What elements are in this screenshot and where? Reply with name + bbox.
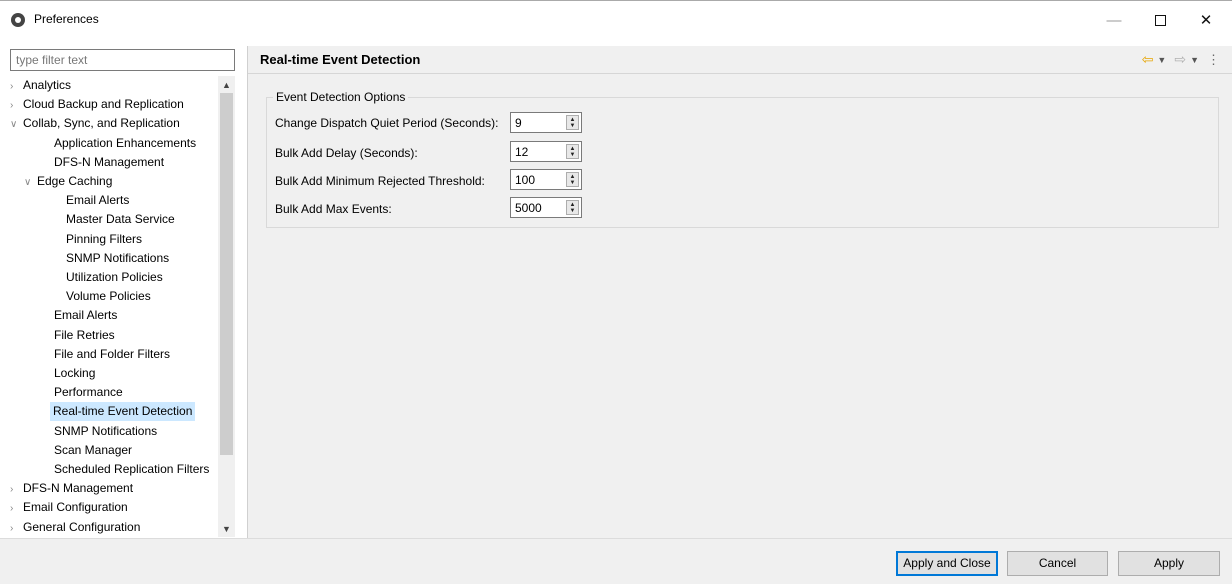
tree-item-label: Performance [54,385,123,400]
close-button[interactable]: ✕ [1183,1,1229,39]
cancel-button[interactable]: Cancel [1007,551,1108,576]
tree-item-label: Scheduled Replication Filters [54,462,210,476]
tree-item-label: Utilization Policies [66,270,163,284]
back-dropdown-icon[interactable]: ▼ [1157,55,1166,65]
tree-item-label: File and Folder Filters [54,346,171,361]
preference-page: Real-time Event Detection ⇦ ▼ ⇨ ▼ ⋮ Even… [248,46,1232,538]
collapse-chevron-icon[interactable]: › [10,77,23,96]
field-label: Bulk Add Minimum Rejected Threshold: [275,174,485,188]
spinner-arrows-icon[interactable]: ▲ ▼ [566,200,579,215]
spinner-value[interactable]: 9 [515,116,522,130]
expand-chevron-icon[interactable]: ∨ [10,115,23,134]
maximize-icon [1154,14,1166,26]
spinner-arrows-icon[interactable]: ▲ ▼ [566,115,579,130]
tree-item[interactable]: Email Alerts [66,191,129,210]
spinner-arrows-icon[interactable]: ▲ ▼ [566,144,579,159]
preferences-navigation: ›Analytics›Cloud Backup and Replication∨… [0,46,247,538]
tree-item-label: Email Alerts [66,193,130,208]
tree-item[interactable]: DFS-N Management [54,153,164,172]
title-bar: Preferences — ✕ [0,0,1232,38]
scroll-thumb[interactable] [220,93,233,455]
tree-item-label: Application Enhancements [54,135,197,150]
tree-item-label: Volume Policies [66,289,151,304]
apply-and-close-button[interactable]: Apply and Close [896,551,998,576]
bulk-add-max-events-spinner[interactable]: 5000 ▲ ▼ [510,197,582,218]
tree-item-label: Locking [54,366,96,380]
filter-input[interactable] [10,49,235,71]
tree-item[interactable]: Real-time Event Detection [50,402,196,422]
tree-item[interactable]: File Retries [54,326,115,345]
tree-item[interactable]: Utilization Policies [66,268,163,287]
collapse-chevron-icon[interactable]: › [10,96,23,115]
tree-item-label: Master Data Service [66,212,175,227]
bulk-add-minimum-rejected-threshold-spinner[interactable]: 100 ▲ ▼ [510,169,582,190]
tree-item[interactable]: Email Alerts [54,306,117,325]
tree-item[interactable]: Scheduled Replication Filters [54,460,209,479]
tree-item-label: Edge Caching [37,174,113,188]
tree-item-label: SNMP Notifications [54,423,158,438]
tree-item-label: DFS-N Management [23,481,134,496]
tree-item[interactable]: File and Folder Filters [54,345,170,364]
change-dispatch-quiet-period-spinner[interactable]: 9 ▲ ▼ [510,112,582,133]
tree-item-label: Email Alerts [54,308,118,323]
spinner-value[interactable]: 5000 [515,201,542,215]
tree-item[interactable]: Pinning Filters [66,230,142,249]
tree-item[interactable]: Locking [54,364,95,383]
spinner-value[interactable]: 100 [515,173,535,187]
tree-item-label: DFS-N Management [54,154,165,169]
tree-item[interactable]: › Email Configuration [10,498,128,517]
tree-scrollbar[interactable]: ▲ ▼ [218,76,235,537]
view-menu-icon[interactable]: ⋮ [1207,52,1220,68]
tree-item[interactable]: › Cloud Backup and Replication [10,95,184,114]
tree-item-label: General Configuration [23,519,141,534]
tree-item[interactable]: Volume Policies [66,287,151,306]
spinner-value[interactable]: 12 [515,145,528,159]
maximize-button[interactable] [1137,1,1183,39]
group-title: Event Detection Options [273,90,409,104]
collapse-chevron-icon[interactable]: › [10,480,23,499]
scroll-up-icon[interactable]: ▲ [218,76,235,93]
collapse-chevron-icon[interactable]: › [10,499,23,518]
page-header: Real-time Event Detection ⇦ ▼ ⇨ ▼ ⋮ [248,46,1232,74]
scroll-down-icon[interactable]: ▼ [218,520,235,537]
tree-item-label: Cloud Backup and Replication [23,97,184,112]
forward-dropdown-icon[interactable]: ▼ [1190,55,1199,65]
field-label: Bulk Add Max Events: [275,202,392,216]
tree-item-label: Pinning Filters [66,231,143,246]
tree-item[interactable]: SNMP Notifications [54,422,157,441]
tree-item[interactable]: Application Enhancements [54,134,196,153]
tree-item[interactable]: › Analytics [10,76,71,95]
apply-button[interactable]: Apply [1118,551,1220,576]
app-icon [11,13,25,27]
tree-item-label: Scan Manager [54,442,133,457]
collapse-chevron-icon[interactable]: › [10,519,23,537]
tree-item[interactable]: › General Configuration [10,518,140,537]
tree-item-label: SNMP Notifications [66,250,170,265]
tree-item[interactable]: Performance [54,383,123,402]
tree-item[interactable]: ∨ Collab, Sync, and Replication [10,114,180,133]
tree-item[interactable]: ∨ Edge Caching [24,172,112,191]
spinner-arrows-icon[interactable]: ▲ ▼ [566,172,579,187]
expand-chevron-icon[interactable]: ∨ [24,173,37,192]
page-title: Real-time Event Detection [260,52,421,67]
tree-item[interactable]: Scan Manager [54,441,132,460]
tree-item-label: Email Configuration [23,500,128,515]
dialog-button-bar: Apply and Close Cancel Apply [0,538,1232,584]
tree-item[interactable]: SNMP Notifications [66,249,169,268]
tree-item-label: File Retries [54,327,115,342]
minimize-button[interactable]: — [1091,1,1137,39]
tree-item[interactable]: › DFS-N Management [10,479,133,498]
back-arrow-icon[interactable]: ⇦ [1142,51,1154,68]
bulk-add-delay-spinner[interactable]: 12 ▲ ▼ [510,141,582,162]
forward-arrow-icon[interactable]: ⇨ [1174,51,1186,68]
preferences-tree: › Analytics › Cloud Backup and Replication ∨… [10,76,218,537]
field-label: Bulk Add Delay (Seconds): [275,146,418,160]
tree-item[interactable]: Master Data Service [66,210,175,229]
tree-item-label: Real-time Event Detection [53,404,193,419]
tree-item-label: Collab, Sync, and Replication [23,116,180,131]
tree-item-label: Analytics [23,78,72,92]
field-label: Change Dispatch Quiet Period (Seconds): [275,116,499,130]
history-navigation: ⇦ ▼ ⇨ ▼ ⋮ [1142,51,1220,68]
window-title: Preferences [34,12,99,26]
